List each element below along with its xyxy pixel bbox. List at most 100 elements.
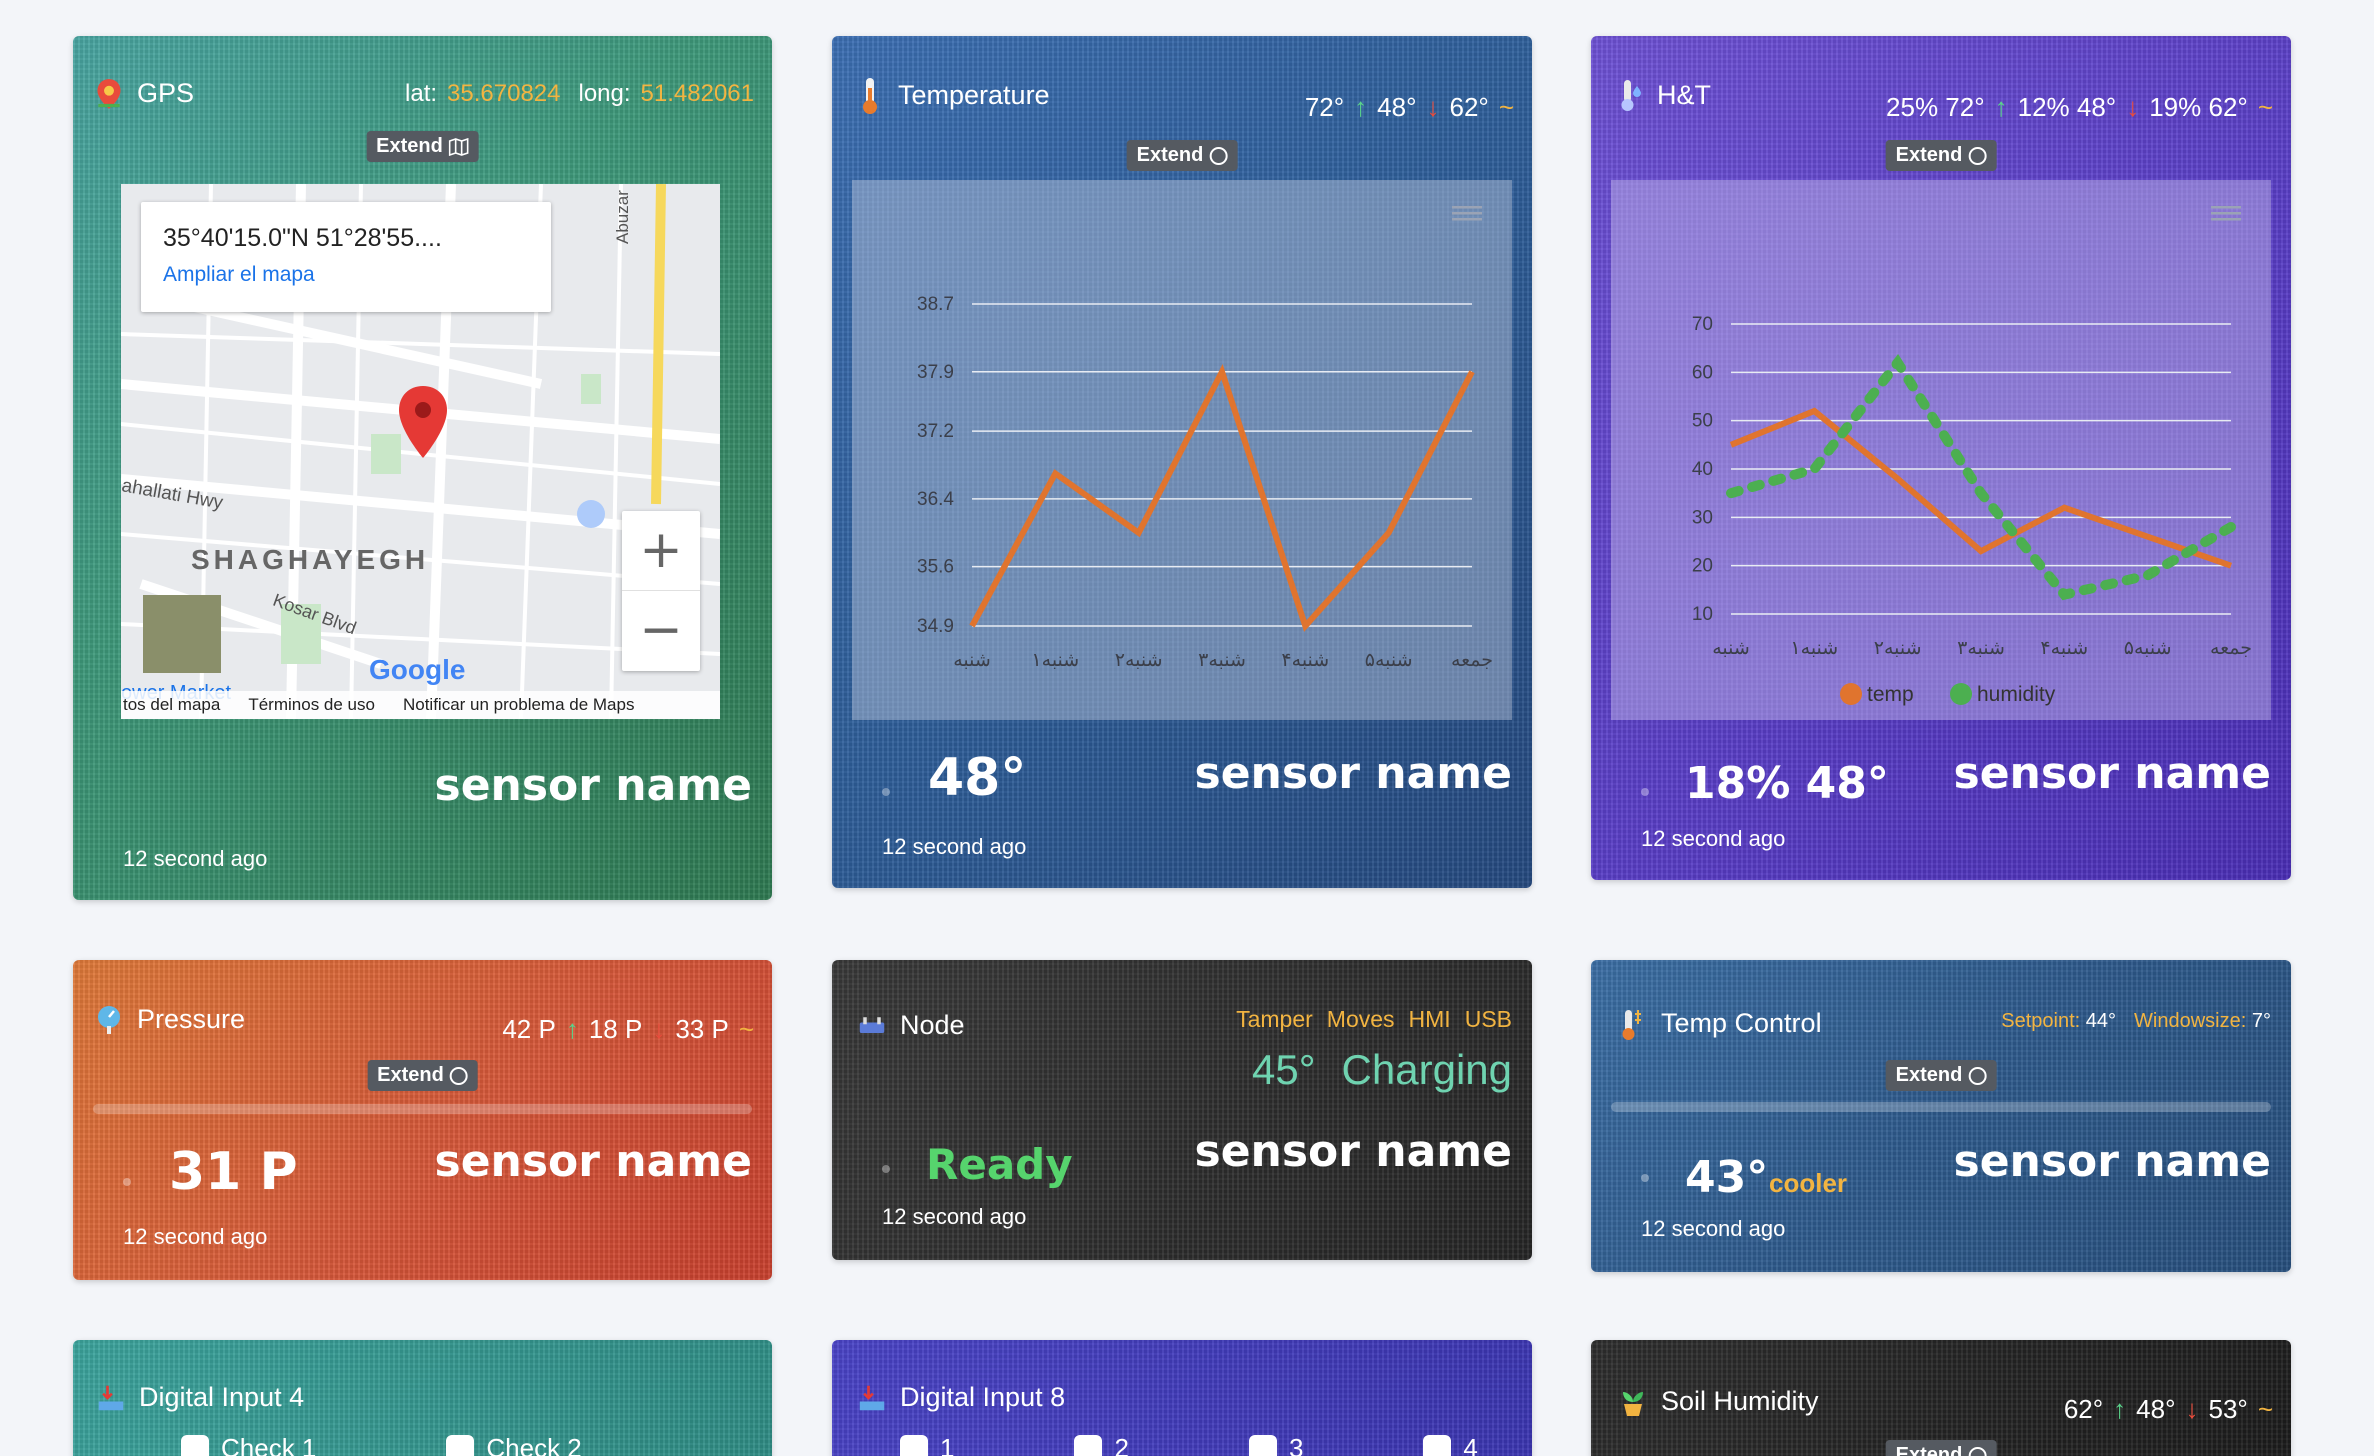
arrow-down-icon: ↓	[2185, 1394, 2199, 1424]
input-4[interactable]: 4	[1423, 1433, 1478, 1456]
temp-control-sensor-name: sensor name	[1953, 1136, 2272, 1187]
pressure-bar	[93, 1104, 752, 1114]
node-card: Node Tamper Moves HMI USB 45° Charging R…	[832, 960, 1532, 1260]
extend-label: Extend	[1895, 1064, 1963, 1086]
digital-input-8-card: Digital Input 8 1 2 3 4	[832, 1340, 1532, 1456]
digital-input-8-checks: 1 2 3 4	[900, 1433, 1478, 1456]
gps-title: GPS	[95, 78, 194, 109]
checkbox[interactable]	[1074, 1434, 1103, 1456]
pressure-extend-button[interactable]: Extend	[367, 1060, 478, 1091]
check-2-label: Check 2	[486, 1433, 582, 1456]
temp-min: 62°	[1449, 92, 1489, 122]
temp-current: 72°	[1304, 92, 1345, 122]
map-footer: tos del mapa Términos de uso Notificar u…	[121, 691, 720, 719]
gps-card: GPS lat: 35.670824 long: 51.482061 Exten…	[73, 36, 772, 900]
clock-icon	[449, 1066, 468, 1085]
street-label-abuzar: Abuzar Blvd	[613, 184, 632, 244]
map-icon	[449, 137, 469, 156]
chart-menu-icon[interactable]	[2211, 206, 2241, 221]
check-2[interactable]: Check 2	[446, 1433, 582, 1456]
pressure-card: Pressure 42 P ↑ 18 P ↓ 33 P ~ Extend 31 …	[73, 960, 772, 1280]
input-2[interactable]: 2	[1074, 1433, 1129, 1456]
ht-min: 19% 62°	[2149, 92, 2248, 122]
node-angle: 45°	[1252, 1046, 1316, 1093]
soil-humidity-stats: 62° ↑ 48° ↓ 53° ~	[2064, 1394, 2273, 1425]
input-4-label: 4	[1463, 1433, 1478, 1456]
input-3-label: 3	[1288, 1433, 1304, 1456]
checkbox[interactable]	[446, 1434, 475, 1456]
legend-label: humidity	[1977, 683, 2056, 706]
x-tick-label: ۲شنبه	[1874, 638, 1922, 659]
input-1[interactable]: 1	[900, 1433, 954, 1456]
x-tick-label: ۳شنبه	[1198, 650, 1246, 671]
arrow-up-icon: ↑	[1994, 92, 2008, 122]
chart-menu-icon[interactable]	[1452, 206, 1482, 221]
gps-extend-button[interactable]: Extend	[366, 131, 479, 162]
thermometer-icon	[856, 77, 884, 114]
legend-item[interactable]: temp	[1840, 683, 1914, 706]
temperature-extend-button[interactable]: Extend	[1126, 140, 1238, 171]
temp-control-mode: cooler	[1769, 1168, 1848, 1198]
checkbox[interactable]	[1248, 1434, 1277, 1456]
temp-max: 48°	[1377, 92, 1417, 122]
trend-icon: ~	[1498, 92, 1514, 122]
soil-max: 48°	[2136, 1394, 2176, 1424]
clock-icon	[1968, 1446, 1987, 1456]
temp-control-bar	[1611, 1102, 2271, 1112]
trend-icon: ~	[738, 1014, 754, 1044]
map-footer-terms[interactable]: Términos de uso	[248, 695, 375, 715]
temperature-stats: 72° ↑ 48° ↓ 62° ~	[1305, 92, 1514, 123]
clock-icon	[1968, 1066, 1987, 1085]
map-marker-icon[interactable]	[395, 384, 451, 460]
enlarge-map-link[interactable]: Ampliar el mapa	[163, 263, 529, 287]
map-footer-report[interactable]: Notificar un problema de Maps	[403, 695, 635, 715]
zoom-in-button[interactable]: +	[622, 511, 700, 591]
temp-control-title-label: Temp Control	[1661, 1008, 1822, 1038]
pressure-title: Pressure	[95, 1004, 245, 1035]
pressure-value: 31 P	[169, 1142, 298, 1202]
flag-hmi: HMI	[1408, 1006, 1451, 1032]
ht-extend-button[interactable]: Extend	[1885, 140, 1997, 171]
window-label: Windowsize:	[2134, 1010, 2247, 1032]
gps-map[interactable]: 35°40'15.0"N 51°28'55.... Ampliar el map…	[121, 184, 720, 719]
input-3[interactable]: 3	[1248, 1433, 1304, 1456]
temperature-value: 48°	[928, 748, 1027, 808]
y-tick-label: 36.4	[917, 489, 954, 510]
checkbox[interactable]	[1423, 1434, 1452, 1456]
humidity-temp-icon	[1615, 79, 1643, 111]
x-tick-label: ۱شنبه	[1031, 650, 1079, 671]
temp-control-value: 43°	[1685, 1152, 1769, 1203]
pressure-max: 18 P	[588, 1014, 643, 1044]
zoom-out-button[interactable]: −	[622, 591, 700, 671]
status-dot	[1641, 788, 1649, 796]
legend-item[interactable]: humidity	[1950, 683, 2056, 706]
flag-moves: Moves	[1326, 1006, 1395, 1032]
status-dot	[123, 1178, 131, 1186]
soil-humidity-extend-button[interactable]: Extend	[1885, 1440, 1997, 1456]
status-dot	[1641, 1174, 1649, 1182]
thermostat-icon	[1619, 1009, 1647, 1040]
temperature-updated-time: 12 second ago	[882, 834, 1027, 859]
temperature-chart: 38.7 37.9 37.2 36.4 35.6 34.9 شنبه ۱شنبه ۲شنبه ۳ش…	[852, 180, 1512, 720]
digital-input-8-title: Digital Input 8	[858, 1382, 1065, 1413]
ht-chart-svg: 70 60 50 40 30 20 10 شنبه ۱شنبه ۲شنبه ۳شنبه ۴شنبه ۵ش…	[1692, 206, 2252, 706]
status-dot	[882, 1165, 890, 1173]
check-1-label: Check 1	[221, 1433, 317, 1456]
ht-max: 12% 48°	[2017, 92, 2117, 122]
legend-label: temp	[1867, 683, 1914, 706]
checkbox[interactable]	[900, 1434, 928, 1456]
soil-humidity-title: Soil Humidity	[1619, 1386, 1819, 1417]
y-tick-label: 50	[1692, 411, 1713, 432]
temperature-title: Temperature	[856, 77, 1050, 114]
map-footer-data[interactable]: tos del mapa	[123, 695, 220, 715]
x-tick-label: شنبه	[1712, 638, 1750, 659]
temp-control-card: Temp Control Setpoint: 44° Windowsize: 7…	[1591, 960, 2291, 1272]
plant-pot-icon	[1619, 1387, 1647, 1417]
check-1[interactable]: Check 1	[181, 1433, 316, 1456]
flag-tamper: Tamper	[1236, 1006, 1313, 1032]
y-tick-label: 35.6	[917, 557, 954, 578]
lat-label: lat:	[405, 80, 438, 107]
temp-control-extend-button[interactable]: Extend	[1885, 1060, 1997, 1091]
digital-input-4-title-label: Digital Input 4	[139, 1382, 305, 1412]
checkbox[interactable]	[181, 1434, 209, 1456]
